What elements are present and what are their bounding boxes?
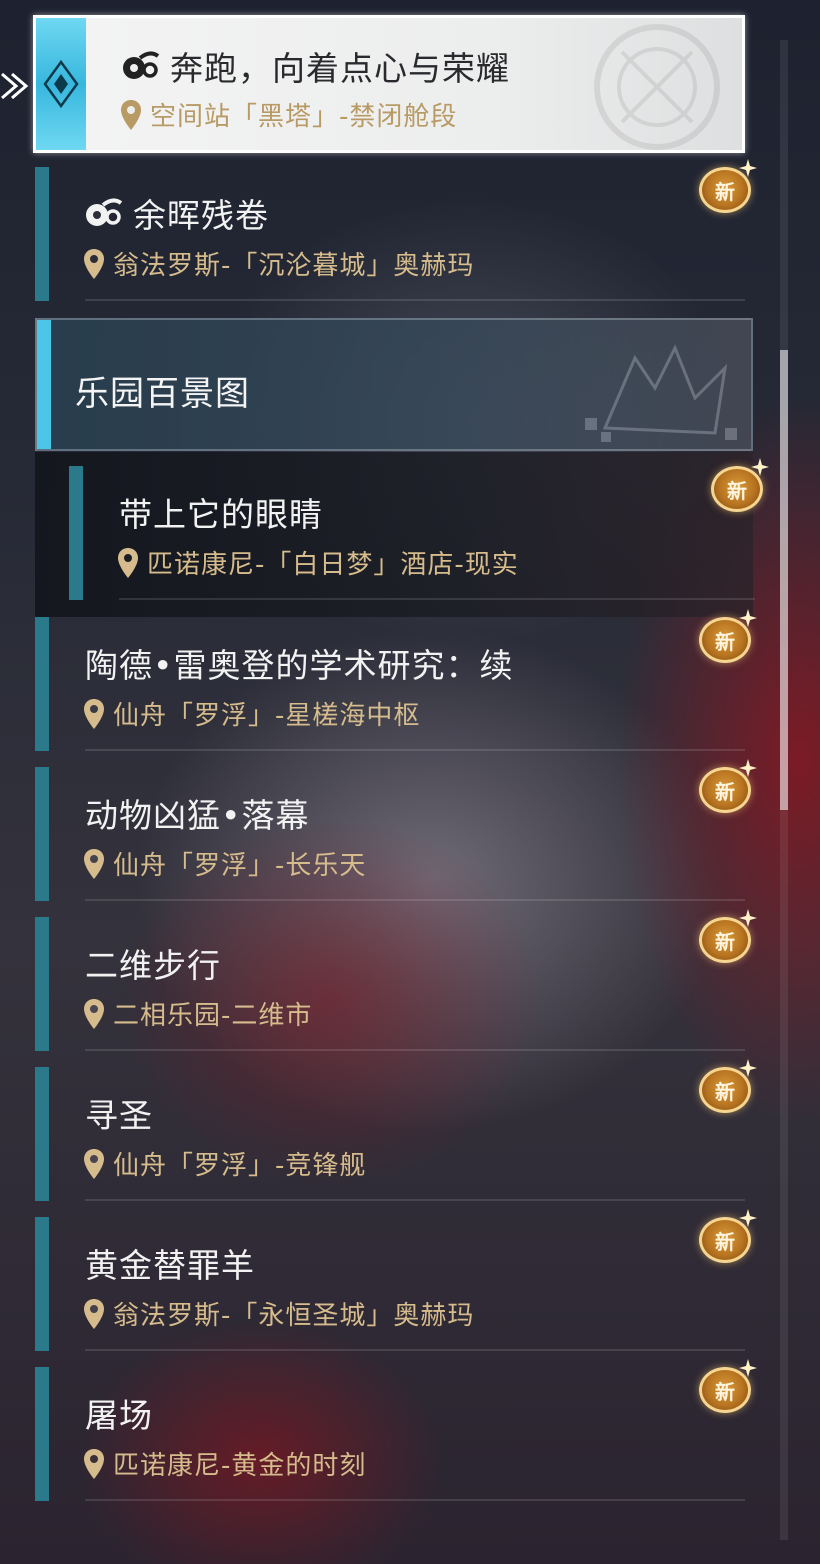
active-quest-location: 空间站「黑塔」-禁闭舱段 xyxy=(150,102,458,132)
quest-location: 仙舟「罗浮」-星槎海中枢 xyxy=(113,701,421,731)
dragon-emblem-icon xyxy=(585,344,737,442)
quest-title: 二维步行 xyxy=(85,946,221,985)
quest-swirl-icon xyxy=(123,51,160,79)
new-badge: 新 xyxy=(695,609,757,667)
location-pin-icon xyxy=(84,1448,104,1479)
new-badge: 新 xyxy=(695,759,757,817)
location-pin-icon xyxy=(84,998,104,1029)
location-pin-icon xyxy=(121,99,141,130)
item-bar xyxy=(35,617,49,751)
item-bar xyxy=(35,1367,49,1501)
quest-title: 动物凶猛•落幕 xyxy=(85,796,310,835)
quest-swirl-icon xyxy=(86,198,123,226)
quest-location: 仙舟「罗浮」-长乐天 xyxy=(113,851,367,881)
new-badge: 新 xyxy=(695,909,757,967)
location-pin-icon xyxy=(118,547,138,578)
sparkle-icon xyxy=(739,159,757,177)
quest-item[interactable]: 寻圣 仙舟「罗浮」-竞锋舰 新 xyxy=(35,1059,757,1201)
location-pin-icon xyxy=(84,848,104,879)
item-bar xyxy=(35,767,49,901)
location-pin-icon xyxy=(84,698,104,729)
item-bar xyxy=(35,1067,49,1201)
sparkle-icon xyxy=(739,1209,757,1227)
quest-title: 屠场 xyxy=(85,1396,153,1435)
quest-title: 寻圣 xyxy=(85,1096,153,1135)
sparkle-icon xyxy=(739,609,757,627)
quest-item-sub[interactable]: 带上它的眼睛 匹诺康尼-「白日梦」酒店-现实 新 xyxy=(69,458,769,600)
new-badge: 新 xyxy=(695,1059,757,1117)
item-bar xyxy=(35,167,49,301)
item-separator xyxy=(85,1499,745,1501)
quest-location: 二相乐园-二维市 xyxy=(113,1001,313,1031)
item-separator xyxy=(85,899,745,901)
item-separator xyxy=(85,299,745,301)
item-separator xyxy=(85,1199,745,1201)
quest-location: 翁法罗斯-「永恒圣城」奥赫玛 xyxy=(113,1301,475,1331)
sparkle-icon xyxy=(739,1359,757,1377)
item-separator xyxy=(85,1049,745,1051)
sparkle-icon xyxy=(751,458,769,476)
scrollbar-thumb[interactable] xyxy=(780,350,788,810)
quest-title: 带上它的眼睛 xyxy=(119,495,323,534)
item-bar xyxy=(35,917,49,1051)
emblem-deco-icon xyxy=(594,24,720,150)
quest-title: 黄金替罪羊 xyxy=(85,1246,255,1285)
quest-title: 陶德•雷奥登的学术研究：续 xyxy=(85,646,514,685)
quest-item[interactable]: 动物凶猛•落幕 仙舟「罗浮」-长乐天 新 xyxy=(35,759,757,901)
new-badge: 新 xyxy=(707,458,769,516)
quest-location: 仙舟「罗浮」-竞锋舰 xyxy=(113,1151,367,1181)
quest-item-yuhui[interactable]: 余晖残卷 翁法罗斯-「沉沦暮城」奥赫玛 新 xyxy=(35,159,757,301)
quest-title: 余晖残卷 xyxy=(133,196,269,235)
new-badge: 新 xyxy=(695,1359,757,1417)
quest-item[interactable]: 二维步行 二相乐园-二维市 新 xyxy=(35,909,757,1051)
quest-location: 匹诺康尼-「白日梦」酒店-现实 xyxy=(147,550,519,580)
quest-location: 翁法罗斯-「沉沦暮城」奥赫玛 xyxy=(113,251,475,281)
item-separator xyxy=(85,1349,745,1351)
new-badge: 新 xyxy=(695,159,757,217)
item-bar xyxy=(35,1217,49,1351)
category-bar xyxy=(37,320,51,449)
sparkle-icon xyxy=(739,1059,757,1077)
selection-arrow-icon xyxy=(1,72,29,100)
quest-item[interactable]: 黄金替罪羊 翁法罗斯-「永恒圣城」奥赫玛 新 xyxy=(35,1209,757,1351)
diamond-icon xyxy=(43,59,79,109)
quest-item[interactable]: 屠场 匹诺康尼-黄金的时刻 新 xyxy=(35,1359,757,1501)
location-pin-icon xyxy=(84,1148,104,1179)
active-strip xyxy=(36,18,86,150)
new-badge: 新 xyxy=(695,1209,757,1267)
item-separator xyxy=(85,749,745,751)
category-title: 乐园百景图 xyxy=(75,374,250,414)
category-header[interactable]: 乐园百景图 xyxy=(35,318,753,451)
sparkle-icon xyxy=(739,759,757,777)
active-quest-card[interactable]: 奔跑，向着点心与荣耀 空间站「黑塔」-禁闭舱段 xyxy=(33,15,745,153)
quest-item[interactable]: 陶德•雷奥登的学术研究：续 仙舟「罗浮」-星槎海中枢 新 xyxy=(35,609,757,751)
item-bar xyxy=(69,466,83,600)
item-separator xyxy=(119,598,755,600)
location-pin-icon xyxy=(84,248,104,279)
quest-location: 匹诺康尼-黄金的时刻 xyxy=(113,1451,367,1481)
sparkle-icon xyxy=(739,909,757,927)
active-quest-title: 奔跑，向着点心与荣耀 xyxy=(170,49,510,88)
location-pin-icon xyxy=(84,1298,104,1329)
